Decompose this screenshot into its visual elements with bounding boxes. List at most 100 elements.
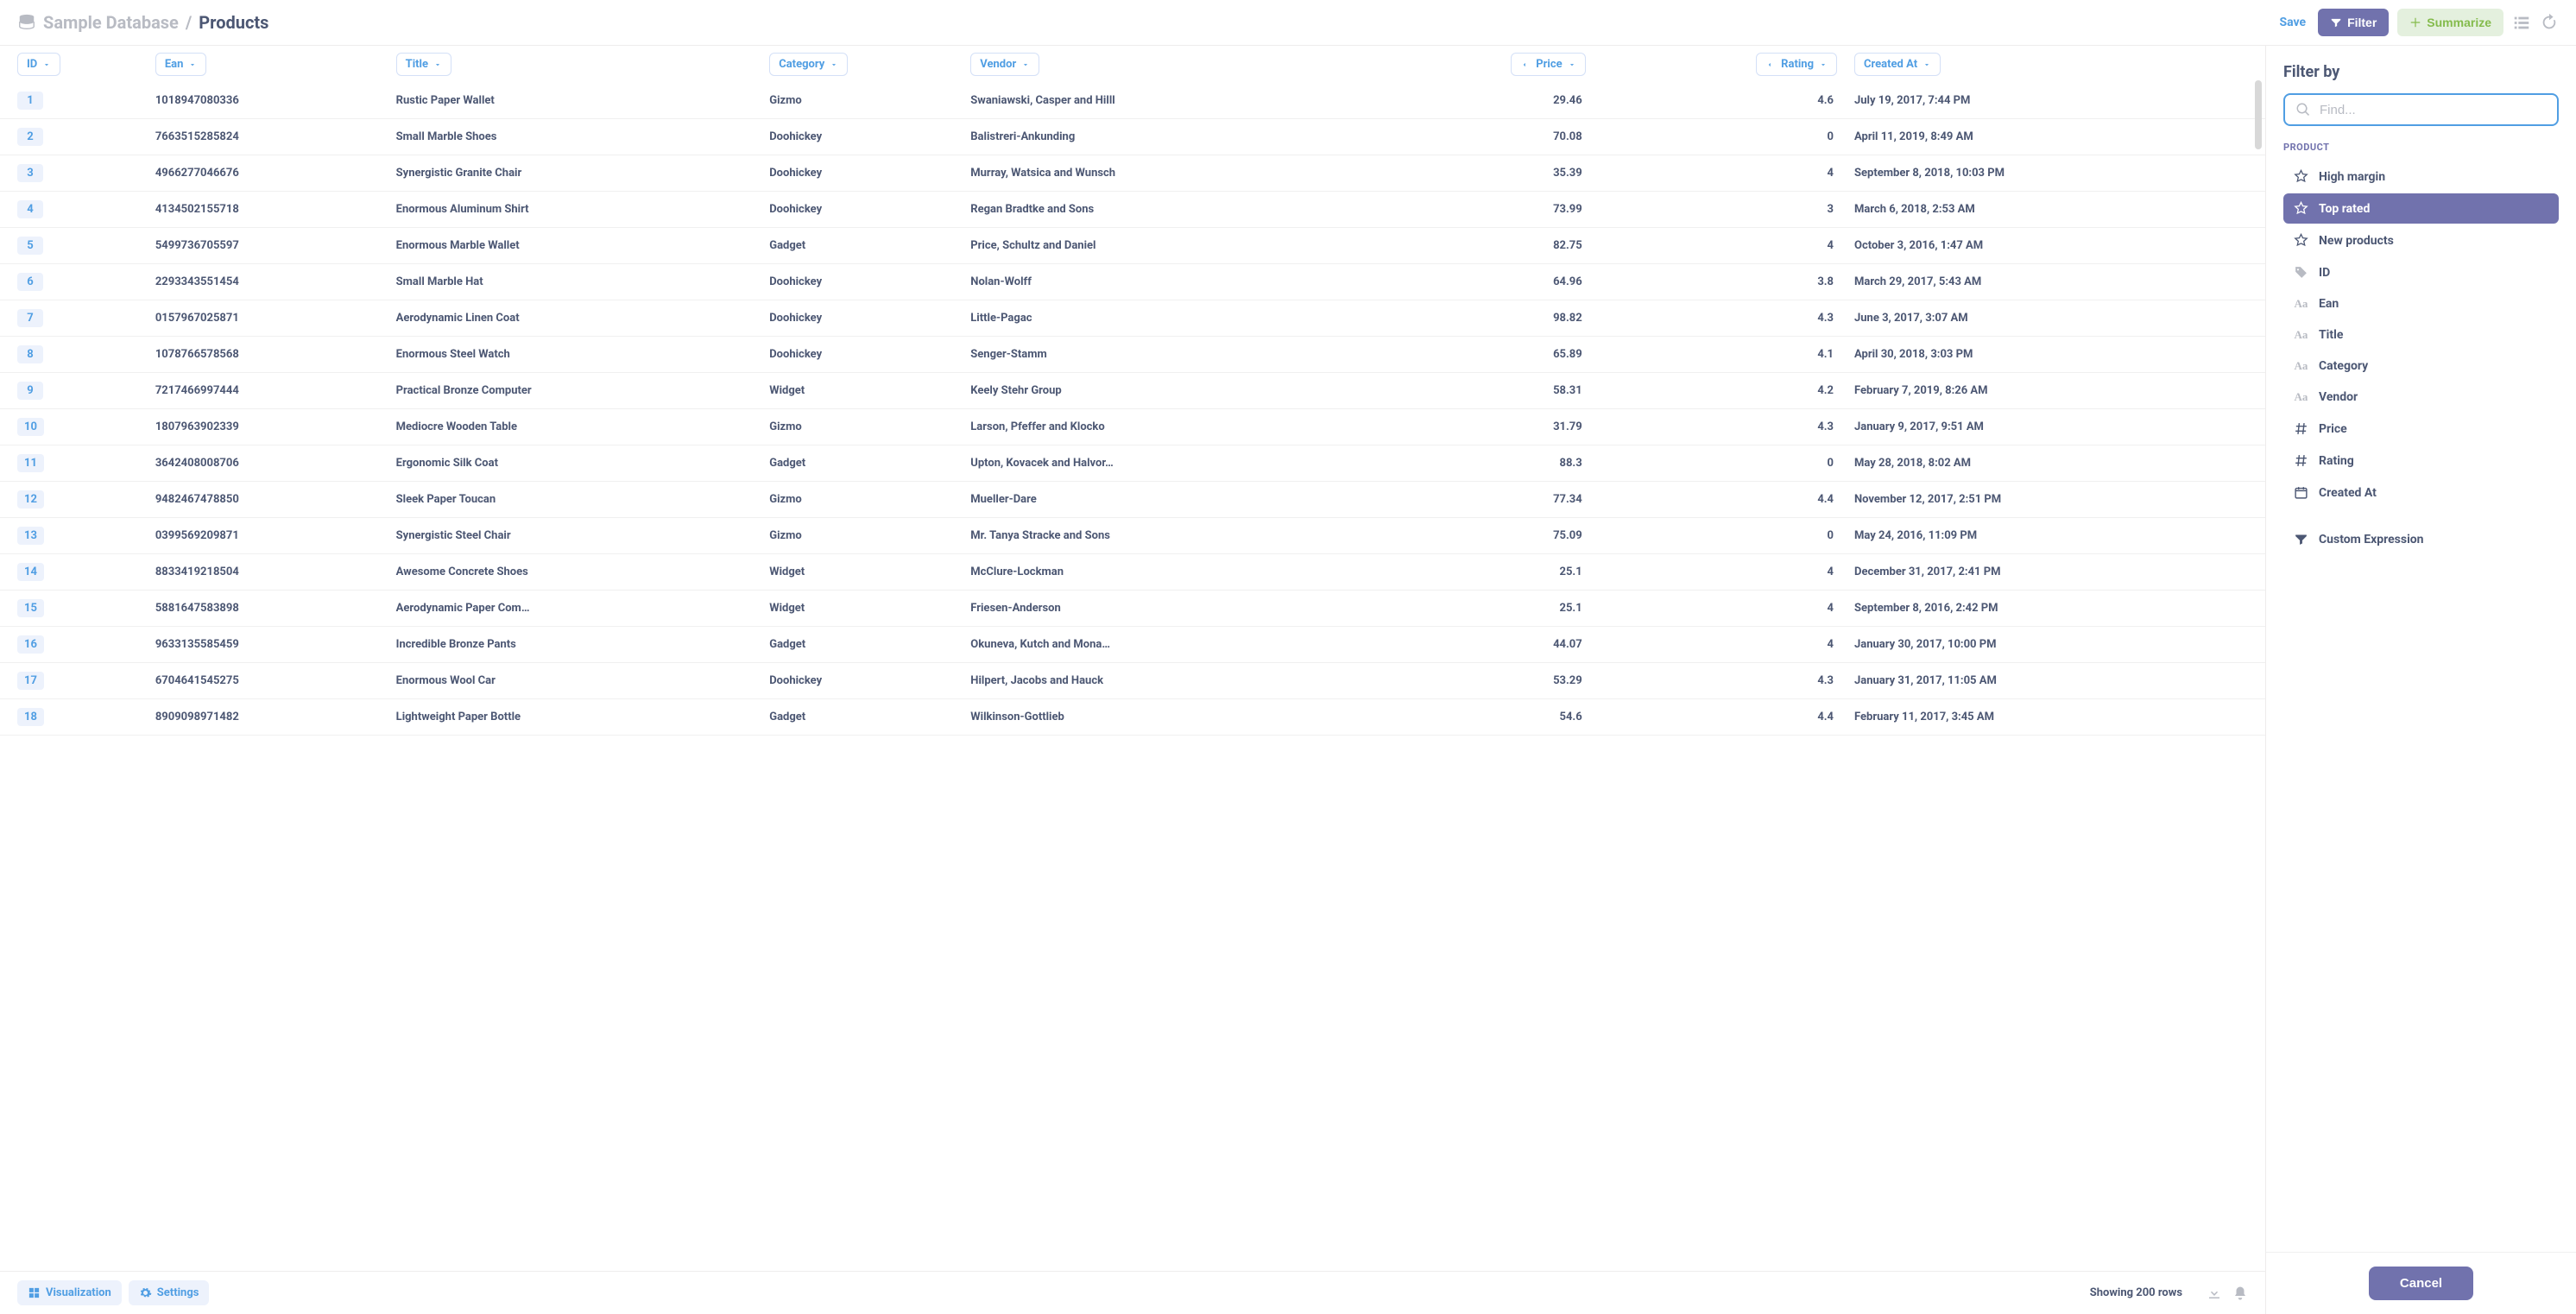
column-header-category[interactable]: Category bbox=[769, 53, 848, 76]
created-cell[interactable]: January 30, 2017, 10:00 PM bbox=[1854, 627, 2265, 663]
title-cell[interactable]: Enormous Marble Wallet bbox=[396, 228, 770, 264]
table-row[interactable]: 16 9633135585459 Incredible Bronze Pants… bbox=[0, 627, 2265, 663]
table-row[interactable]: 5 5499736705597 Enormous Marble Wallet G… bbox=[0, 228, 2265, 264]
rating-cell[interactable]: 0 bbox=[1603, 119, 1854, 155]
table-name[interactable]: Products bbox=[199, 12, 268, 33]
id-cell[interactable]: 4 bbox=[17, 200, 43, 218]
price-cell[interactable]: 98.82 bbox=[1367, 300, 1602, 337]
vendor-cell[interactable]: Okuneva, Kutch and Mona… bbox=[970, 627, 1367, 663]
rating-cell[interactable]: 0 bbox=[1603, 518, 1854, 554]
ean-cell[interactable]: 8833419218504 bbox=[155, 554, 396, 591]
vendor-cell[interactable]: Mueller-Dare bbox=[970, 482, 1367, 518]
ean-cell[interactable]: 1018947080336 bbox=[155, 83, 396, 119]
title-cell[interactable]: Aerodynamic Linen Coat bbox=[396, 300, 770, 337]
table-row[interactable]: 14 8833419218504 Awesome Concrete Shoes … bbox=[0, 554, 2265, 591]
price-cell[interactable]: 82.75 bbox=[1367, 228, 1602, 264]
price-cell[interactable]: 73.99 bbox=[1367, 192, 1602, 228]
rating-cell[interactable]: 4.3 bbox=[1603, 663, 1854, 699]
table-row[interactable]: 7 0157967025871 Aerodynamic Linen Coat D… bbox=[0, 300, 2265, 337]
category-cell[interactable]: Widget bbox=[769, 554, 970, 591]
price-cell[interactable]: 25.1 bbox=[1367, 554, 1602, 591]
category-cell[interactable]: Widget bbox=[769, 373, 970, 409]
ean-cell[interactable]: 9482467478850 bbox=[155, 482, 396, 518]
table-row[interactable]: 8 1078766578568 Enormous Steel Watch Doo… bbox=[0, 337, 2265, 373]
category-cell[interactable]: Doohickey bbox=[769, 663, 970, 699]
filter-item-vendor[interactable]: AaVendor bbox=[2283, 382, 2559, 412]
rating-cell[interactable]: 4.3 bbox=[1603, 409, 1854, 445]
title-cell[interactable]: Enormous Steel Watch bbox=[396, 337, 770, 373]
search-input[interactable] bbox=[2320, 103, 2547, 117]
vendor-cell[interactable]: Larson, Pfeffer and Klocko bbox=[970, 409, 1367, 445]
category-cell[interactable]: Gadget bbox=[769, 699, 970, 736]
category-cell[interactable]: Doohickey bbox=[769, 300, 970, 337]
title-cell[interactable]: Incredible Bronze Pants bbox=[396, 627, 770, 663]
title-cell[interactable]: Enormous Aluminum Shirt bbox=[396, 192, 770, 228]
ean-cell[interactable]: 1078766578568 bbox=[155, 337, 396, 373]
category-cell[interactable]: Doohickey bbox=[769, 155, 970, 192]
category-cell[interactable]: Doohickey bbox=[769, 337, 970, 373]
title-cell[interactable]: Synergistic Steel Chair bbox=[396, 518, 770, 554]
category-cell[interactable]: Doohickey bbox=[769, 264, 970, 300]
id-cell[interactable]: 15 bbox=[17, 599, 44, 617]
filter-item-new-products[interactable]: New products bbox=[2283, 225, 2559, 256]
rating-cell[interactable]: 4.1 bbox=[1603, 337, 1854, 373]
id-cell[interactable]: 2 bbox=[17, 128, 43, 146]
vendor-cell[interactable]: Friesen-Anderson bbox=[970, 591, 1367, 627]
id-cell[interactable]: 13 bbox=[17, 527, 44, 545]
category-cell[interactable]: Gadget bbox=[769, 228, 970, 264]
filter-item-ean[interactable]: AaEan bbox=[2283, 289, 2559, 319]
table-row[interactable]: 6 2293343551454 Small Marble Hat Doohick… bbox=[0, 264, 2265, 300]
category-cell[interactable]: Gizmo bbox=[769, 409, 970, 445]
visualization-button[interactable]: Visualization bbox=[17, 1280, 122, 1305]
rating-cell[interactable]: 4 bbox=[1603, 155, 1854, 192]
id-cell[interactable]: 8 bbox=[17, 345, 43, 363]
ean-cell[interactable]: 6704641545275 bbox=[155, 663, 396, 699]
price-cell[interactable]: 64.96 bbox=[1367, 264, 1602, 300]
ean-cell[interactable]: 1807963902339 bbox=[155, 409, 396, 445]
created-cell[interactable]: October 3, 2016, 1:47 AM bbox=[1854, 228, 2265, 264]
title-cell[interactable]: Rustic Paper Wallet bbox=[396, 83, 770, 119]
filter-item-id[interactable]: ID bbox=[2283, 257, 2559, 287]
created-cell[interactable]: February 11, 2017, 3:45 AM bbox=[1854, 699, 2265, 736]
filter-item-created-at[interactable]: Created At bbox=[2283, 477, 2559, 508]
table-row[interactable]: 18 8909098971482 Lightweight Paper Bottl… bbox=[0, 699, 2265, 736]
vendor-cell[interactable]: Wilkinson-Gottlieb bbox=[970, 699, 1367, 736]
table-row[interactable]: 10 1807963902339 Mediocre Wooden Table G… bbox=[0, 409, 2265, 445]
category-cell[interactable]: Doohickey bbox=[769, 192, 970, 228]
rating-cell[interactable]: 3 bbox=[1603, 192, 1854, 228]
title-cell[interactable]: Mediocre Wooden Table bbox=[396, 409, 770, 445]
category-cell[interactable]: Widget bbox=[769, 591, 970, 627]
category-cell[interactable]: Gizmo bbox=[769, 518, 970, 554]
vendor-cell[interactable]: Swaniawski, Casper and Hilll bbox=[970, 83, 1367, 119]
price-cell[interactable]: 35.39 bbox=[1367, 155, 1602, 192]
price-cell[interactable]: 65.89 bbox=[1367, 337, 1602, 373]
price-cell[interactable]: 31.79 bbox=[1367, 409, 1602, 445]
filter-item-title[interactable]: AaTitle bbox=[2283, 320, 2559, 350]
column-header-price[interactable]: Price bbox=[1511, 53, 1585, 76]
price-cell[interactable]: 77.34 bbox=[1367, 482, 1602, 518]
vendor-cell[interactable]: Price, Schultz and Daniel bbox=[970, 228, 1367, 264]
custom-expression[interactable]: Custom Expression bbox=[2283, 523, 2559, 555]
id-cell[interactable]: 17 bbox=[17, 672, 44, 690]
id-cell[interactable]: 3 bbox=[17, 164, 43, 182]
vendor-cell[interactable]: Senger-Stamm bbox=[970, 337, 1367, 373]
column-header-title[interactable]: Title bbox=[396, 53, 451, 76]
table-row[interactable]: 15 5881647583898 Aerodynamic Paper Com… … bbox=[0, 591, 2265, 627]
vendor-cell[interactable]: Mr. Tanya Stracke and Sons bbox=[970, 518, 1367, 554]
created-cell[interactable]: June 3, 2017, 3:07 AM bbox=[1854, 300, 2265, 337]
category-cell[interactable]: Gizmo bbox=[769, 83, 970, 119]
created-cell[interactable]: March 6, 2018, 2:53 AM bbox=[1854, 192, 2265, 228]
database-name[interactable]: Sample Database bbox=[43, 12, 179, 33]
rating-cell[interactable]: 4 bbox=[1603, 228, 1854, 264]
price-cell[interactable]: 75.09 bbox=[1367, 518, 1602, 554]
rating-cell[interactable]: 4.6 bbox=[1603, 83, 1854, 119]
filter-item-price[interactable]: Price bbox=[2283, 414, 2559, 444]
summarize-button[interactable]: Summarize bbox=[2397, 9, 2503, 36]
id-cell[interactable]: 18 bbox=[17, 708, 44, 726]
column-header-vendor[interactable]: Vendor bbox=[970, 53, 1039, 76]
created-cell[interactable]: November 12, 2017, 2:51 PM bbox=[1854, 482, 2265, 518]
category-cell[interactable]: Doohickey bbox=[769, 119, 970, 155]
created-cell[interactable]: July 19, 2017, 7:44 PM bbox=[1854, 83, 2265, 119]
list-icon[interactable] bbox=[2512, 13, 2531, 32]
filter-item-high-margin[interactable]: High margin bbox=[2283, 161, 2559, 192]
